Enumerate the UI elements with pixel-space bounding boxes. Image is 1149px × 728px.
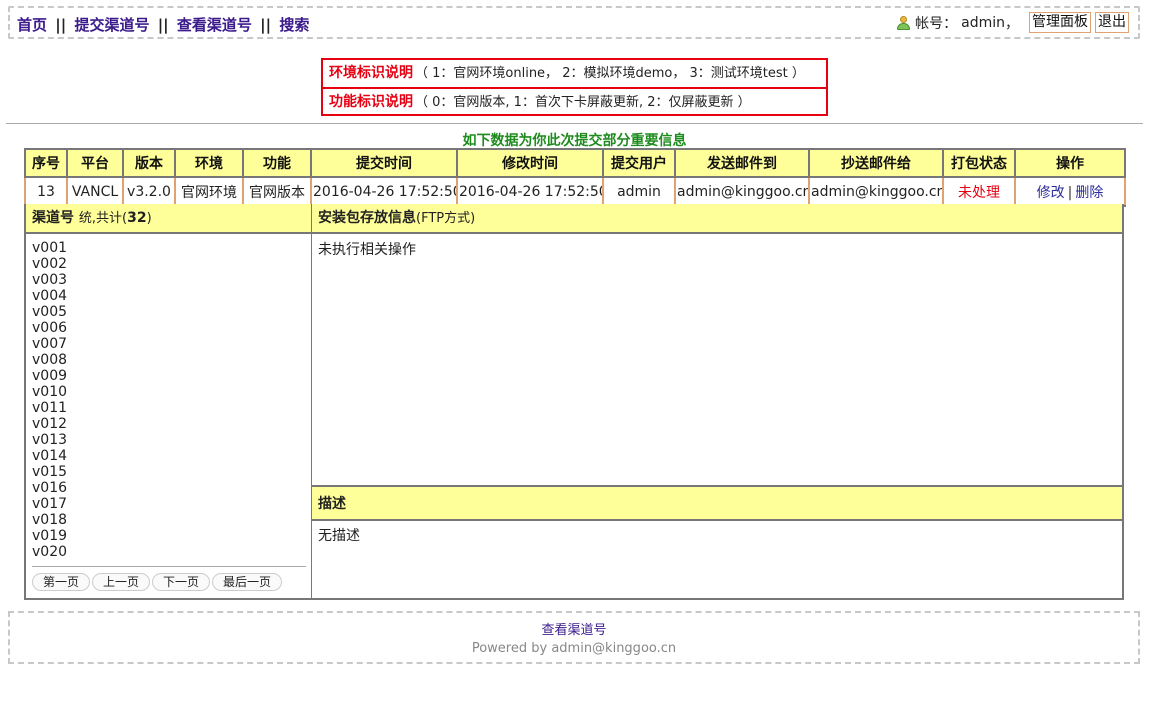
list-item: v007 xyxy=(32,336,68,352)
footer: 查看渠道号 Powered by admin@kinggoo.cn xyxy=(8,611,1140,664)
nav-search-link[interactable]: 搜索 xyxy=(279,16,309,34)
func-legend-text: （ 0：官网版本, 1：首次下卡屏蔽更新, 2：仅屏蔽更新 ） xyxy=(415,95,751,110)
channel-panel: 渠道号 统,共计(32) v001 v002 v003 v004 v005 v0… xyxy=(24,204,312,600)
list-item: v014 xyxy=(32,448,68,464)
submission-table: 序号 平台 版本 环境 功能 提交时间 修改时间 提交用户 发送邮件到 抄送邮件… xyxy=(24,148,1126,207)
column-header: 打包状态 xyxy=(942,148,1016,178)
powered-by-text: Powered by admin@kinggoo.cn xyxy=(471,641,677,656)
nav-submit-channel-link[interactable]: 提交渠道号 xyxy=(74,16,149,34)
list-item: v020 xyxy=(32,544,68,560)
channel-count: 32 xyxy=(127,210,147,226)
env-legend-title: 环境标识说明 xyxy=(329,65,413,81)
list-item: v006 xyxy=(32,320,68,336)
cell-mail-to: admin@kinggoo.cn xyxy=(674,176,810,207)
top-nav-bar: 首页 || 提交渠道号 || 查看渠道号 || 搜索 帐号： admin ， 管… xyxy=(8,6,1140,39)
channel-count-suffix: ) xyxy=(146,211,152,226)
account-area: 帐号： admin ， 管理面板 退出 xyxy=(897,12,1129,33)
list-item: v003 xyxy=(32,272,68,288)
list-item: v013 xyxy=(32,432,68,448)
description-text: 无描述 xyxy=(318,528,360,544)
column-header: 序号 xyxy=(24,148,68,178)
cell-user: admin xyxy=(602,176,676,207)
account-comma: ， xyxy=(1005,15,1019,32)
delete-link[interactable]: 删除 xyxy=(1075,185,1103,201)
user-icon xyxy=(897,15,911,30)
cell-env: 官网环境 xyxy=(174,176,244,207)
column-header: 修改时间 xyxy=(456,148,604,178)
column-header: 功能 xyxy=(242,148,312,178)
column-header: 抄送邮件给 xyxy=(808,148,944,178)
list-item: v005 xyxy=(32,304,68,320)
channel-panel-header: 渠道号 统,共计(32) xyxy=(26,204,311,234)
func-legend-title: 功能标识说明 xyxy=(329,94,413,110)
list-item: v002 xyxy=(32,256,68,272)
account-label: 帐号： xyxy=(915,15,958,32)
cell-platform: VANCL xyxy=(66,176,124,207)
column-header: 发送邮件到 xyxy=(674,148,810,178)
nav-separator: || xyxy=(55,16,67,34)
cell-func: 官网版本 xyxy=(242,176,312,207)
list-item: v018 xyxy=(32,512,68,528)
divider xyxy=(6,123,1143,124)
last-page-button[interactable]: 最后一页 xyxy=(212,573,283,591)
cell-cc-to: admin@kinggoo.cn xyxy=(808,176,944,207)
cell-id: 13 xyxy=(24,176,68,207)
prev-page-button[interactable]: 上一页 xyxy=(92,573,151,591)
list-item: v001 xyxy=(32,240,68,256)
channel-count-prefix: 统,共计( xyxy=(78,211,128,226)
list-item: v010 xyxy=(32,384,68,400)
logout-button[interactable]: 退出 xyxy=(1095,12,1129,33)
details-panel: 安装包存放信息(FTP方式) 未执行相关操作 描述 无描述 xyxy=(311,204,1124,600)
env-legend-row: 环境标识说明（ 1：官网环境online， 2：模拟环境demo， 3：测试环境… xyxy=(323,60,826,87)
cell-status: 未处理 xyxy=(942,176,1016,207)
list-item: v016 xyxy=(32,480,68,496)
column-header: 版本 xyxy=(122,148,176,178)
cell-submit-time: 2016-04-26 17:52:50 xyxy=(310,176,458,207)
next-page-button[interactable]: 下一页 xyxy=(152,573,211,591)
env-legend-text: （ 1：官网环境online， 2：模拟环境demo， 3：测试环境test ） xyxy=(415,66,805,81)
nav-separator: || xyxy=(157,16,169,34)
summary-headline: 如下数据为你此次提交部分重要信息 xyxy=(462,133,687,149)
nav-separator: || xyxy=(260,16,272,34)
column-header: 平台 xyxy=(66,148,124,178)
func-legend-row: 功能标识说明（ 0：官网版本, 1：首次下卡屏蔽更新, 2：仅屏蔽更新 ） xyxy=(323,87,826,114)
admin-panel-button[interactable]: 管理面板 xyxy=(1029,12,1091,33)
list-item: v008 xyxy=(32,352,68,368)
column-header: 环境 xyxy=(174,148,244,178)
list-item: v012 xyxy=(32,416,68,432)
ftp-panel-title: 安装包存放信息 xyxy=(318,210,416,226)
list-item: v011 xyxy=(32,400,68,416)
legend-box: 环境标识说明（ 1：官网环境online， 2：模拟环境demo， 3：测试环境… xyxy=(321,58,828,116)
column-header: 提交时间 xyxy=(310,148,458,178)
list-item: v019 xyxy=(32,528,68,544)
cell-version: v3.2.0 xyxy=(122,176,176,207)
channel-panel-title: 渠道号 xyxy=(32,210,74,226)
account-username: admin xyxy=(961,14,1005,31)
ftp-info-text: 未执行相关操作 xyxy=(312,234,1122,487)
table-header-row: 序号 平台 版本 环境 功能 提交时间 修改时间 提交用户 发送邮件到 抄送邮件… xyxy=(24,148,1126,178)
ftp-panel-subtitle: (FTP方式) xyxy=(416,211,476,226)
nav-view-channel-link[interactable]: 查看渠道号 xyxy=(177,16,252,34)
op-separator: | xyxy=(1067,184,1073,201)
list-item: v004 xyxy=(32,288,68,304)
column-header: 操作 xyxy=(1014,148,1126,178)
ftp-panel-header: 安装包存放信息(FTP方式) xyxy=(312,204,1122,234)
first-page-button[interactable]: 第一页 xyxy=(32,573,91,591)
edit-link[interactable]: 修改 xyxy=(1037,185,1065,201)
list-item: v009 xyxy=(32,368,68,384)
list-item: v015 xyxy=(32,464,68,480)
table-row: 13 VANCL v3.2.0 官网环境 官网版本 2016-04-26 17:… xyxy=(24,176,1126,207)
list-item: v017 xyxy=(32,496,68,512)
footer-view-channel-link[interactable]: 查看渠道号 xyxy=(10,619,1138,638)
pagination: 第一页 上一页 下一页 最后一页 xyxy=(32,566,306,591)
cell-modify-time: 2016-04-26 17:52:50 xyxy=(456,176,604,207)
channel-list: v001 v002 v003 v004 v005 v006 v007 v008 … xyxy=(26,234,311,560)
description-header: 描述 xyxy=(312,487,1122,521)
column-header: 提交用户 xyxy=(602,148,676,178)
nav-home-link[interactable]: 首页 xyxy=(17,16,47,34)
cell-operations: 修改 | 删除 xyxy=(1014,176,1126,207)
main-nav: 首页 || 提交渠道号 || 查看渠道号 || 搜索 xyxy=(17,14,309,35)
